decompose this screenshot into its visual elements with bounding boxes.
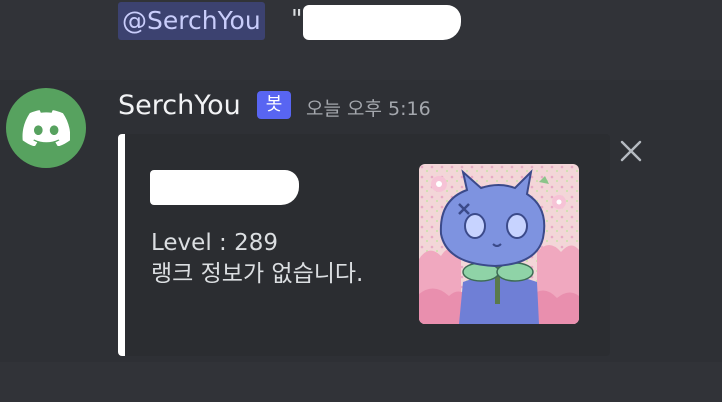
username[interactable]: SerchYou <box>118 88 241 124</box>
redacted-embed-title <box>150 170 299 205</box>
embed-description: Level : 289 랭크 정보가 없습니다. <box>151 228 363 290</box>
embed-card: Level : 289 랭크 정보가 없습니다. <box>118 134 610 356</box>
redacted-quoted-text <box>303 5 461 40</box>
avatar[interactable] <box>6 88 86 168</box>
reply-line: @SerchYou " <box>0 0 722 80</box>
embed-accent-bar <box>118 134 125 356</box>
quoted-text-open: " <box>291 4 303 33</box>
level-text: Level : 289 <box>151 230 278 256</box>
rank-text: 랭크 정보가 없습니다. <box>151 261 364 287</box>
chat-background <box>0 362 722 402</box>
user-mention[interactable]: @SerchYou <box>118 2 265 40</box>
message-timestamp: 오늘 오후 5:16 <box>306 98 431 120</box>
close-embed-button[interactable] <box>616 136 646 166</box>
discord-logo-icon <box>22 110 70 146</box>
embed-thumbnail[interactable] <box>419 164 579 324</box>
bot-badge: 봇 <box>257 91 291 119</box>
blue-cat-character-image <box>419 164 579 324</box>
close-icon <box>620 140 642 162</box>
